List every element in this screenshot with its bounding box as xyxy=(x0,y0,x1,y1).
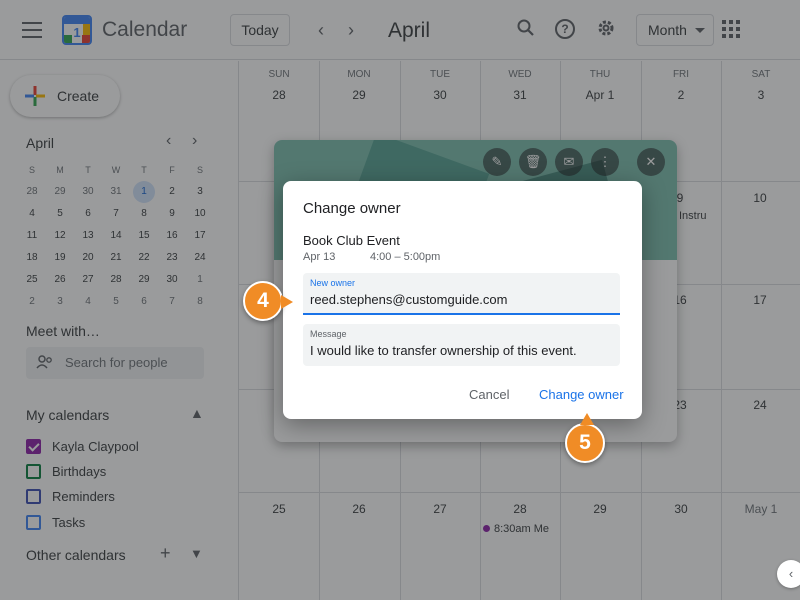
new-owner-label: New owner xyxy=(310,278,356,288)
event-date: Apr 13 xyxy=(303,251,336,263)
chevron-left-icon[interactable]: ‹ xyxy=(777,560,800,588)
message-label: Message xyxy=(310,329,347,339)
dialog-title: Change owner xyxy=(303,200,401,217)
event-time: 4:00 – 5:00pm xyxy=(370,251,441,263)
change-owner-dialog: Change owner Book Club Event Apr 13 4:00… xyxy=(283,181,642,419)
message-field[interactable]: Message xyxy=(303,324,620,366)
new-owner-field[interactable]: New owner xyxy=(303,273,620,315)
cancel-button[interactable]: Cancel xyxy=(469,387,509,402)
event-name: Book Club Event xyxy=(303,233,400,248)
change-owner-button[interactable]: Change owner xyxy=(539,387,624,402)
step-callout-4: 4 xyxy=(243,281,293,321)
message-input[interactable] xyxy=(310,343,610,358)
step-callout-5: 5 xyxy=(565,413,605,463)
new-owner-input[interactable] xyxy=(310,292,610,307)
